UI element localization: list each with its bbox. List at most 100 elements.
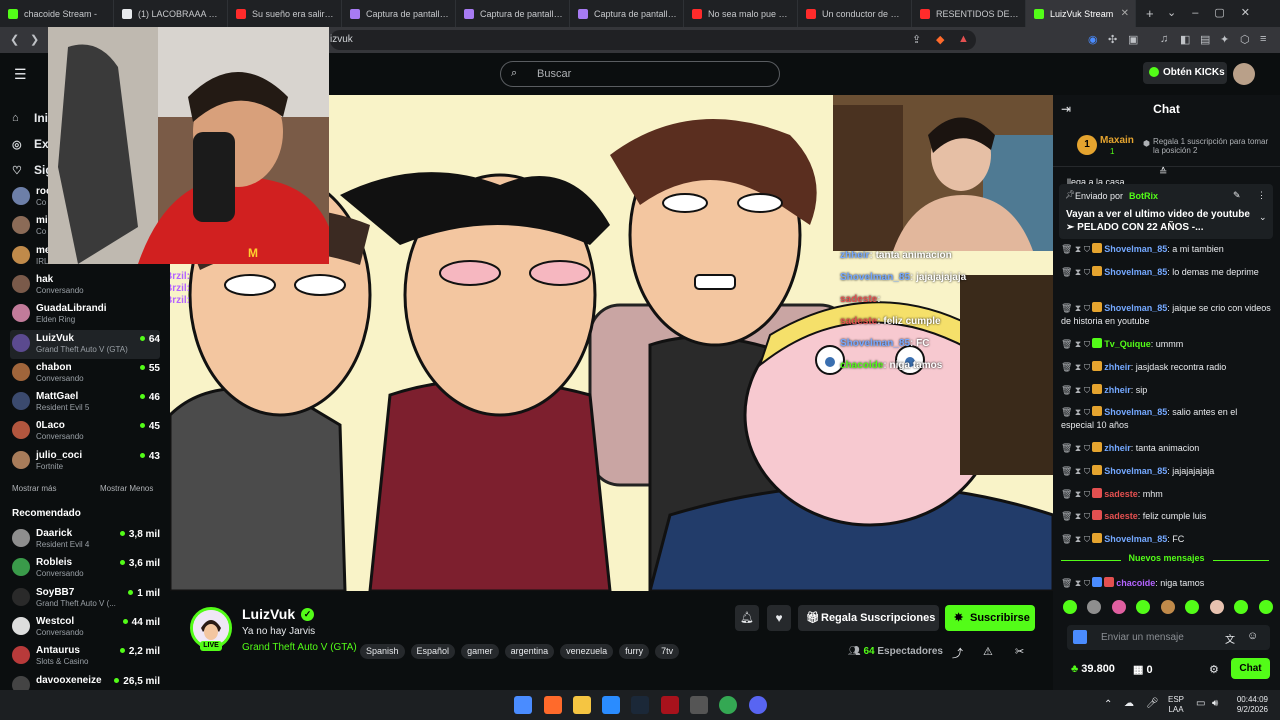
subscribe-button[interactable]: ✸ Suscribirse bbox=[945, 605, 1035, 631]
channel-item[interactable]: julio_coci Fortnite 43 bbox=[10, 447, 160, 476]
mod-actions[interactable]: 🗑︎ ⧗ ⛉ bbox=[1061, 533, 1090, 546]
browser-tab[interactable]: Un conductor de San J bbox=[798, 0, 912, 27]
network-icon[interactable]: ▭ bbox=[1196, 698, 1205, 709]
browser-tab[interactable]: Captura de pantalla po bbox=[570, 0, 684, 27]
volume-icon[interactable]: 🔊︎ bbox=[1212, 698, 1218, 709]
emote-icon[interactable] bbox=[1063, 600, 1077, 614]
tag-chip[interactable]: gamer bbox=[461, 644, 499, 659]
chat-settings-icon[interactable]: ⚙ bbox=[1209, 663, 1219, 676]
channel-item[interactable]: GuadaLibrandi Elden Ring bbox=[10, 300, 160, 329]
search-input[interactable]: ⌕ Buscar bbox=[500, 61, 780, 87]
file-explorer-icon[interactable] bbox=[573, 696, 591, 714]
channel-item[interactable]: hak Conversando bbox=[10, 271, 160, 300]
steam-icon[interactable] bbox=[631, 696, 649, 714]
chat-username[interactable]: Shovelman_85 bbox=[1104, 303, 1167, 313]
browser-tab[interactable]: No sea malo pue papi bbox=[684, 0, 798, 27]
mod-actions[interactable]: 🗑︎ ⧗ ⛉ bbox=[1061, 266, 1090, 279]
emote-icon[interactable] bbox=[1087, 600, 1102, 614]
mod-actions[interactable]: 🗑︎ ⧗ ⛉ bbox=[1061, 488, 1090, 501]
emote-icon[interactable] bbox=[1258, 600, 1273, 614]
gift-subs-button[interactable]: 🎁︎ Regala Suscripciones bbox=[798, 605, 939, 631]
channel-item[interactable]: SoyBB7 Grand Theft Auto V (... 1 mil bbox=[10, 584, 160, 613]
browser-tab[interactable]: Captura de pantalla po bbox=[342, 0, 456, 27]
obs-icon[interactable] bbox=[690, 696, 708, 714]
app-icon[interactable] bbox=[661, 696, 679, 714]
mod-actions[interactable]: 🗑︎ ⧗ ⛉ bbox=[1061, 384, 1090, 397]
mod-actions[interactable]: 🗑︎ ⧗ ⛉ bbox=[1061, 338, 1090, 351]
window-controls-icon[interactable]: ⌄–▢✕ bbox=[1167, 6, 1266, 19]
mod-actions[interactable]: 🗑︎ ⧗ ⛉ bbox=[1061, 510, 1090, 523]
chat-username[interactable]: zhheir bbox=[1104, 362, 1131, 372]
chrome-icon[interactable] bbox=[719, 696, 737, 714]
share-icon[interactable]: ⤴ bbox=[952, 645, 963, 661]
channel-item[interactable]: Robleis Conversando 3,6 mil bbox=[10, 554, 160, 583]
chat-username[interactable]: sadeste bbox=[1104, 489, 1138, 499]
tray-chevron-icon[interactable]: ⌃ bbox=[1104, 699, 1112, 710]
ai-icon[interactable]: ✦ bbox=[1220, 33, 1229, 46]
report-icon[interactable]: ⚠ bbox=[983, 645, 993, 658]
channel-item[interactable]: Westcol Conversando 44 mil bbox=[10, 613, 160, 642]
get-kicks-button[interactable]: Obtén KICKs bbox=[1143, 62, 1227, 84]
channel-item[interactable]: chabon Conversando 55 bbox=[10, 359, 160, 388]
extensions-icon[interactable]: ✣ bbox=[1108, 33, 1117, 46]
expand-icon[interactable]: ⌄ bbox=[1259, 212, 1267, 223]
brave-browser-icon[interactable] bbox=[544, 696, 562, 714]
start-icon[interactable] bbox=[514, 696, 532, 714]
emote-icon[interactable] bbox=[1111, 600, 1126, 614]
channel-item[interactable]: Daarick Resident Evil 4 3,8 mil bbox=[10, 525, 160, 554]
share-icon[interactable]: ⇪ bbox=[912, 33, 921, 46]
browser-tab[interactable]: Captura de pantalla po bbox=[456, 0, 570, 27]
streamer-name[interactable]: LuizVuk bbox=[242, 606, 295, 622]
new-tab-button[interactable]: + bbox=[1146, 6, 1154, 21]
music-icon[interactable]: ♫ bbox=[1160, 33, 1168, 45]
language-indicator[interactable]: ESP LAA bbox=[1168, 695, 1184, 715]
translate-icon[interactable]: ◉ bbox=[1088, 33, 1098, 46]
tag-chip[interactable]: venezuela bbox=[560, 644, 614, 659]
chat-username[interactable]: chacoide bbox=[1116, 578, 1155, 588]
chat-username[interactable]: Shovelman_85 bbox=[1104, 534, 1167, 544]
browser-tab[interactable]: Su sueño era salir en P bbox=[228, 0, 342, 27]
channel-item[interactable]: Antaurus Slots & Casino 2,2 mil bbox=[10, 642, 160, 671]
menu-icon[interactable]: ≡ bbox=[1260, 33, 1266, 45]
browser-tab[interactable]: chacoide Stream - bbox=[0, 0, 114, 27]
back-icon[interactable]: ❮ bbox=[10, 33, 19, 46]
mic-icon[interactable]: 🎤︎ bbox=[1146, 698, 1159, 709]
emote-icon[interactable] bbox=[1185, 600, 1200, 614]
chat-identity-icon[interactable] bbox=[1073, 630, 1087, 644]
mod-actions[interactable]: 🗑︎ ⧗ ⛉ bbox=[1061, 361, 1090, 374]
close-tab-icon[interactable]: ✕ bbox=[1121, 8, 1129, 19]
brave-rewards-icon[interactable]: ▲ bbox=[958, 33, 969, 45]
tag-chip[interactable]: furry bbox=[619, 644, 650, 659]
emote-icon[interactable] bbox=[1136, 600, 1151, 614]
clock[interactable]: 00:44:09 9/2/2026 bbox=[1228, 695, 1268, 715]
gifts-count[interactable]: ▦ 0 bbox=[1133, 663, 1153, 676]
hamburger-icon[interactable]: ☰ bbox=[14, 66, 27, 83]
notification-bell-button[interactable]: 🔔︎ bbox=[735, 605, 759, 631]
gifter-name[interactable]: Maxain bbox=[1100, 135, 1134, 146]
chat-username[interactable]: sadeste bbox=[1104, 511, 1138, 521]
cloud-icon[interactable]: ☁ bbox=[1124, 698, 1134, 709]
discord-icon[interactable] bbox=[749, 696, 767, 714]
mod-actions[interactable]: 🗑︎ ⧗ ⛉ bbox=[1061, 243, 1090, 256]
tag-chip[interactable]: argentina bbox=[504, 644, 555, 659]
emote-icon[interactable] bbox=[1234, 600, 1249, 614]
channel-item[interactable]: LuizVuk Grand Theft Auto V (GTA) 64 bbox=[10, 329, 160, 359]
browser-tab[interactable]: (1) LACOBRAAA Out of bbox=[114, 0, 228, 27]
mod-actions[interactable]: 🗑︎ ⧗ ⛉ bbox=[1061, 577, 1090, 590]
channel-item[interactable]: 0Laco Conversando 45 bbox=[10, 417, 160, 446]
show-less-link[interactable]: Mostrar Menos bbox=[100, 484, 153, 493]
tag-chip[interactable]: Español bbox=[410, 644, 456, 659]
chat-username[interactable]: zhheir bbox=[1104, 385, 1131, 395]
chat-username[interactable]: Tv_Quique bbox=[1104, 339, 1151, 349]
brave-shield-icon[interactable]: ◆ bbox=[936, 33, 944, 46]
bing-icon[interactable] bbox=[602, 696, 620, 714]
emoji-icon[interactable]: ☺ bbox=[1247, 630, 1258, 642]
follow-button[interactable]: ♥ bbox=[767, 605, 791, 631]
pinned-user[interactable]: BotRix bbox=[1129, 191, 1158, 201]
chat-username[interactable]: Shovelman_85 bbox=[1104, 267, 1167, 277]
kicks-balance[interactable]: ♣ 39.800 bbox=[1071, 663, 1115, 675]
mod-actions[interactable]: 🗑︎ ⧗ ⛉ bbox=[1061, 406, 1090, 419]
emote-icon[interactable] bbox=[1209, 600, 1224, 614]
chat-username[interactable]: Shovelman_85 bbox=[1104, 244, 1167, 254]
address-bar[interactable]: izvuk bbox=[330, 30, 976, 50]
